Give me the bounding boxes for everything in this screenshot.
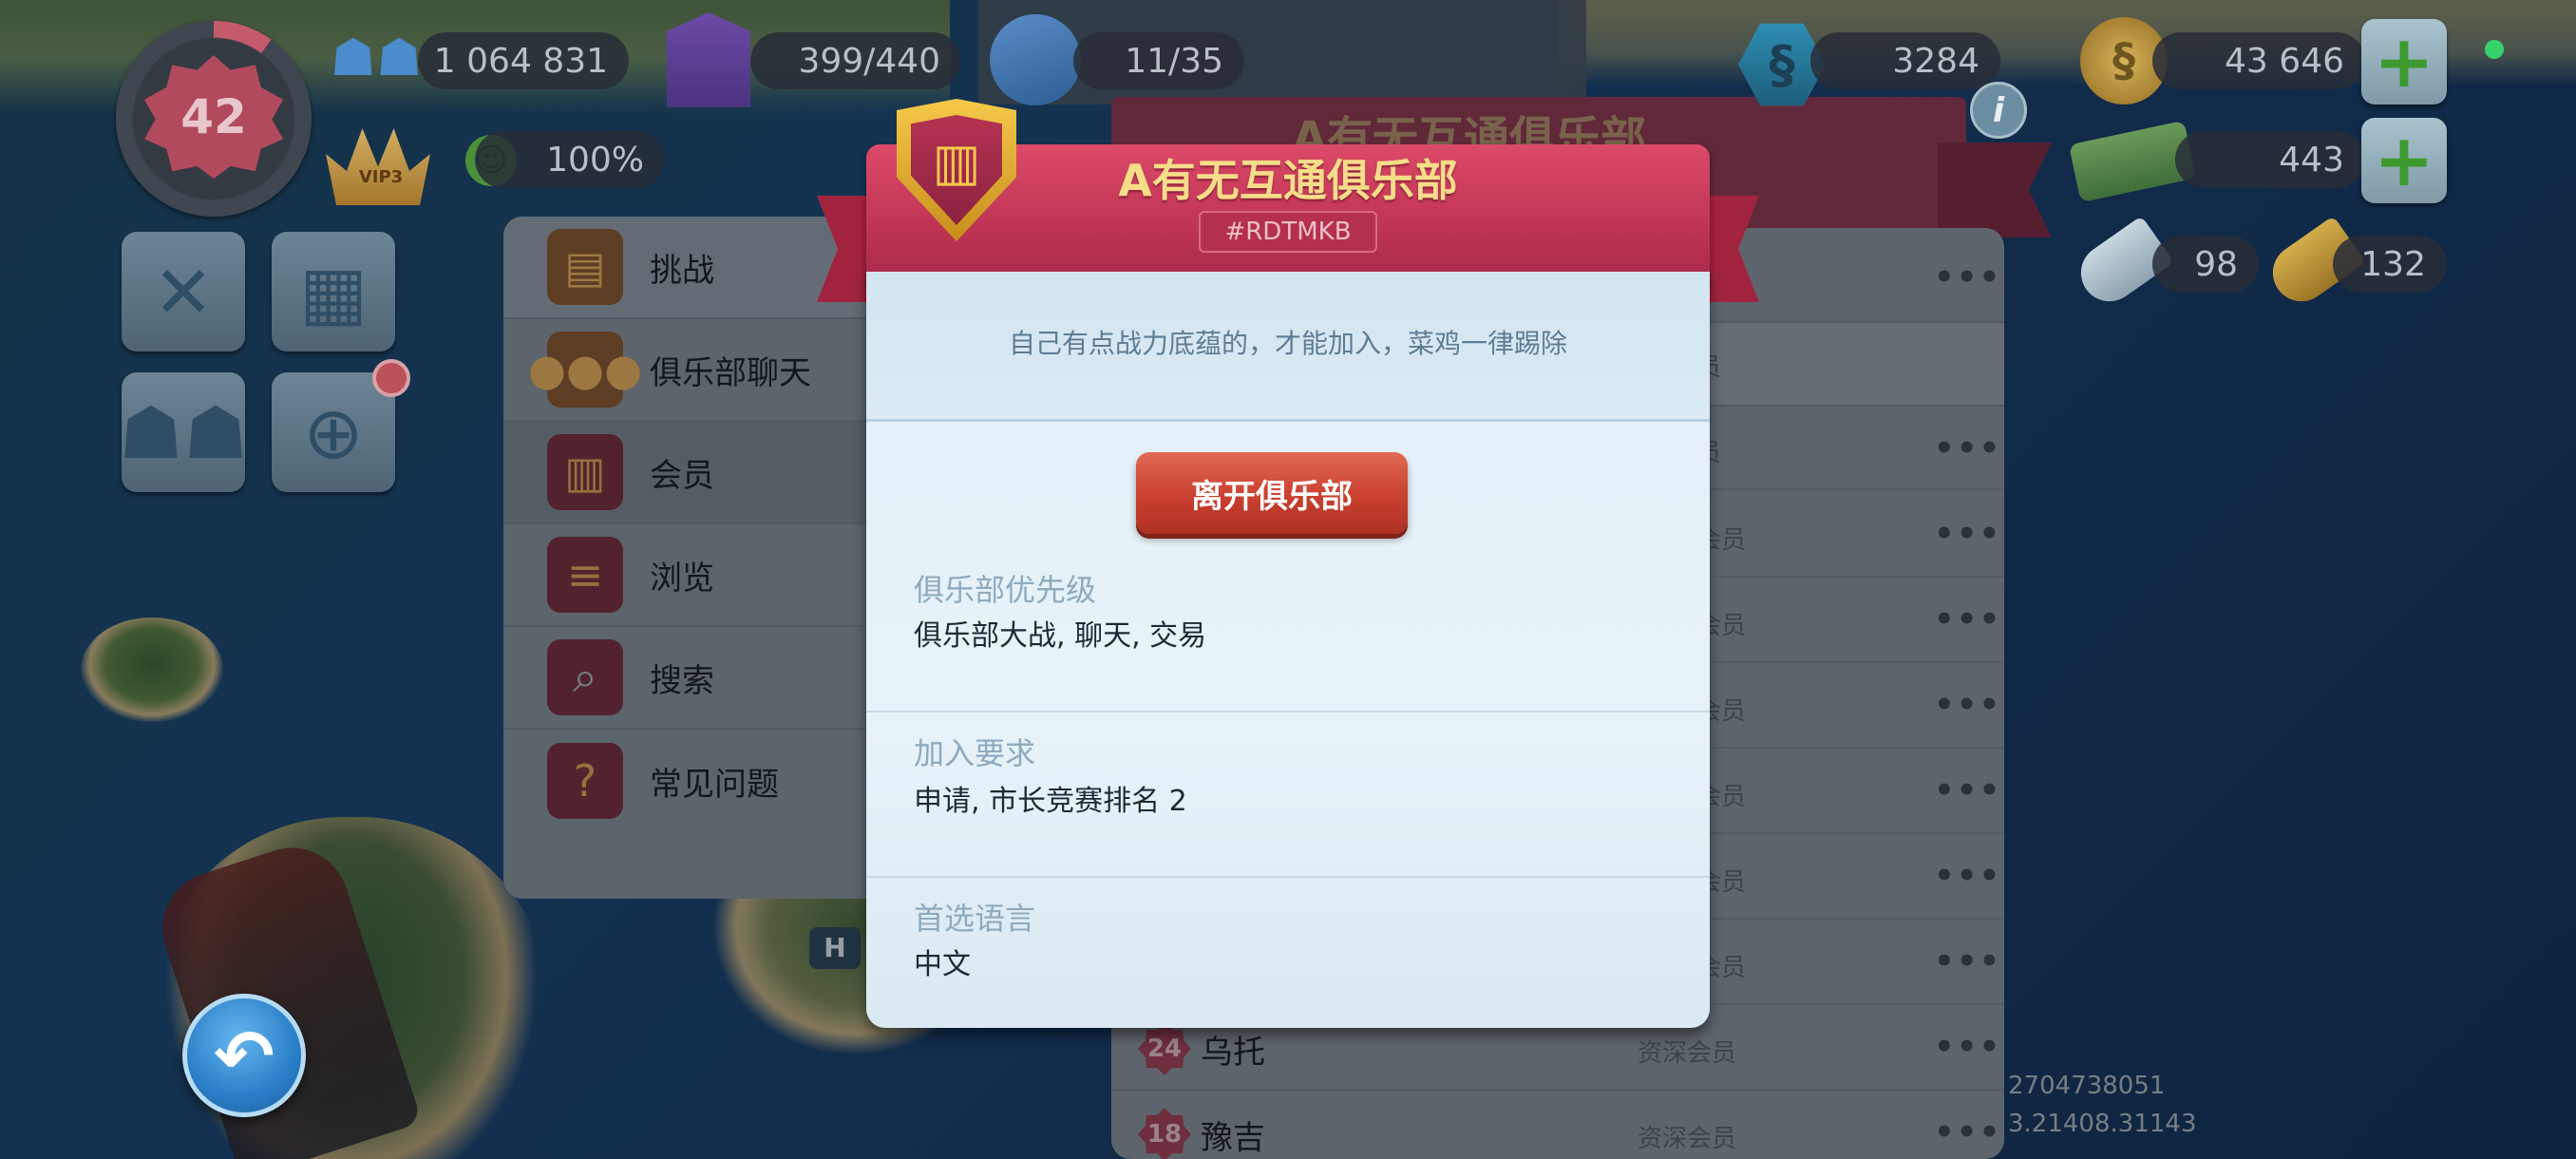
vip-crown-icon[interactable] bbox=[321, 110, 435, 215]
club-button[interactable]: ☗☗ bbox=[118, 372, 249, 492]
info-icon[interactable]: i bbox=[1970, 82, 2027, 139]
happiness-counter[interactable]: 100% bbox=[475, 131, 665, 188]
field-value-language: 中文 bbox=[914, 948, 971, 981]
field-value-club-priority: 俱乐部大战, 聊天, 交易 bbox=[914, 619, 1207, 653]
simcash-counter[interactable]: 3284 bbox=[1810, 32, 2000, 89]
platinum-key-counter[interactable]: 98 bbox=[2152, 236, 2259, 293]
golden-key-counter[interactable]: 132 bbox=[2333, 236, 2447, 293]
money-counter[interactable]: 443 bbox=[2175, 131, 2365, 188]
coins-counter[interactable]: 43 646 bbox=[2152, 32, 2365, 89]
club-tag: #RDTMKB bbox=[1199, 211, 1377, 253]
club-description: 自己有点战力底蕴的，才能加入，菜鸡一律踢除 bbox=[1008, 328, 1567, 359]
back-arrow-icon: ↶ bbox=[214, 1013, 275, 1098]
population-icon: ☗☗ bbox=[330, 27, 423, 87]
field-label-join-requirement: 加入要求 bbox=[914, 735, 1036, 771]
plus-icon: + bbox=[2374, 19, 2434, 104]
gamepad-icon: ⊕ bbox=[303, 390, 364, 475]
vip-level-label: VIP3 bbox=[358, 167, 404, 187]
leave-club-button[interactable]: 离开俱乐部 bbox=[1136, 452, 1408, 534]
field-label-language: 首选语言 bbox=[914, 901, 1036, 937]
people-icon: ☗☗ bbox=[118, 390, 249, 475]
notification-badge bbox=[372, 359, 410, 397]
online-status-dot bbox=[2485, 40, 2504, 59]
storage-icon bbox=[652, 8, 766, 112]
divider bbox=[866, 876, 1710, 878]
storage-counter[interactable]: 399/440 bbox=[750, 32, 961, 89]
dialog-club-name: A有无互通俱乐部 bbox=[1118, 155, 1458, 206]
divider bbox=[866, 711, 1710, 712]
worker-counter[interactable]: 11/35 bbox=[1073, 32, 1244, 89]
field-label-club-priority: 俱乐部优先级 bbox=[914, 572, 1097, 608]
add-coins-button[interactable]: + bbox=[2361, 19, 2447, 104]
add-money-button[interactable]: + bbox=[2361, 118, 2447, 203]
tools-button[interactable]: ✕ bbox=[122, 232, 245, 352]
wrench-screwdriver-icon: ✕ bbox=[153, 249, 214, 334]
back-button[interactable]: ↶ bbox=[182, 994, 306, 1117]
calendar-icon: ▦ bbox=[299, 249, 368, 334]
population-counter[interactable]: 1 064 831 bbox=[418, 32, 629, 89]
calendar-button[interactable]: ▦ bbox=[272, 232, 395, 352]
plus-icon: + bbox=[2374, 118, 2434, 202]
field-value-join-requirement: 申请, 市长竞赛排名 2 bbox=[914, 785, 1187, 818]
